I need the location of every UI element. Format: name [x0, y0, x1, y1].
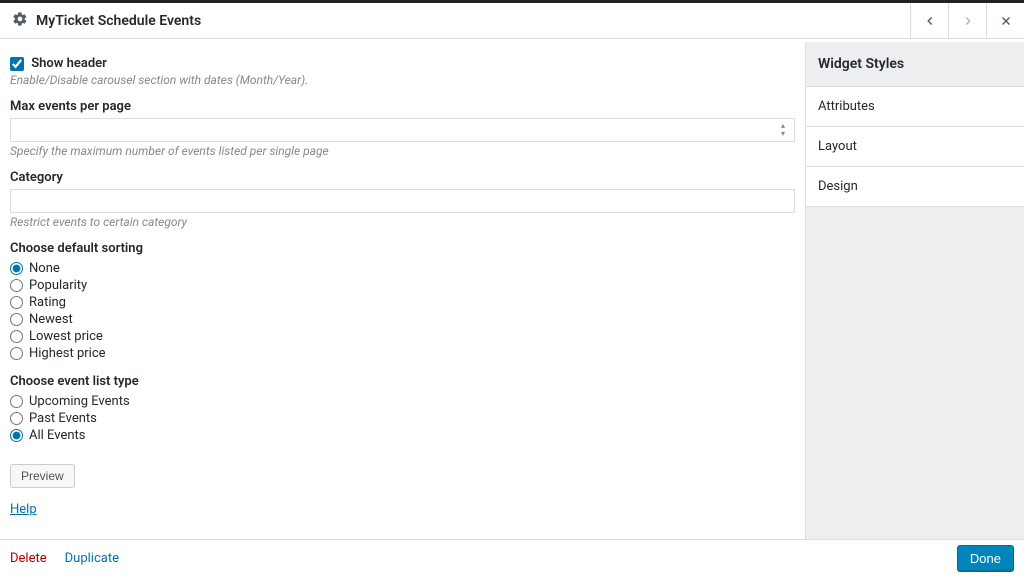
sorting-option[interactable]: Popularity [10, 277, 795, 294]
sorting-radio[interactable] [10, 262, 23, 275]
show-header-label[interactable]: Show header [31, 56, 107, 71]
sorting-option[interactable]: Lowest price [10, 328, 795, 345]
max-events-help: Specify the maximum number of events lis… [10, 144, 795, 158]
duplicate-link[interactable]: Duplicate [65, 551, 119, 566]
help-link[interactable]: Help [10, 502, 37, 517]
main-panel: Show header Enable/Disable carousel sect… [0, 42, 806, 539]
list-type-radio[interactable] [10, 395, 23, 408]
prev-button[interactable] [910, 3, 948, 38]
list-type-row: Choose event list type Upcoming Events Pa… [10, 374, 795, 444]
sorting-radio[interactable] [10, 313, 23, 326]
sorting-radio[interactable] [10, 330, 23, 343]
top-bar-left: MyTicket Schedule Events [12, 11, 201, 31]
body: Show header Enable/Disable carousel sect… [0, 42, 1024, 539]
footer: Delete Duplicate Done [0, 539, 1024, 576]
sorting-option-label: Popularity [29, 278, 87, 293]
footer-left: Delete Duplicate [10, 551, 119, 566]
gear-icon [12, 11, 28, 31]
list-type-option-label: All Events [29, 428, 86, 443]
preview-button[interactable]: Preview [10, 464, 75, 488]
done-button[interactable]: Done [957, 545, 1014, 572]
sorting-radio-group: None Popularity Rating Newest Lowest price Hi… [10, 260, 795, 362]
list-type-option[interactable]: Upcoming Events [10, 393, 795, 410]
list-type-radio[interactable] [10, 412, 23, 425]
sorting-option[interactable]: Newest [10, 311, 795, 328]
category-label: Category [10, 170, 795, 185]
close-button[interactable] [986, 3, 1024, 38]
sorting-option-label: Newest [29, 312, 73, 327]
list-type-radio[interactable] [10, 429, 23, 442]
sorting-radio[interactable] [10, 347, 23, 360]
sorting-option[interactable]: Rating [10, 294, 795, 311]
top-bar-right [910, 3, 1024, 38]
sorting-option[interactable]: Highest price [10, 345, 795, 362]
category-input[interactable] [10, 189, 795, 213]
sidebar-header: Widget Styles [806, 42, 1024, 87]
max-events-input[interactable] [10, 118, 795, 142]
sorting-option-label: Lowest price [29, 329, 103, 344]
page-title: MyTicket Schedule Events [36, 13, 201, 29]
sidebar-item-design[interactable]: Design [806, 167, 1024, 207]
sidebar-item-attributes[interactable]: Attributes [806, 87, 1024, 127]
max-events-label: Max events per page [10, 99, 795, 114]
category-help: Restrict events to certain category [10, 215, 795, 229]
sorting-option-label: Rating [29, 295, 66, 310]
list-type-option[interactable]: Past Events [10, 410, 795, 427]
list-type-option[interactable]: All Events [10, 427, 795, 444]
list-type-label: Choose event list type [10, 374, 795, 389]
sorting-label: Choose default sorting [10, 241, 795, 256]
sorting-option-label: None [29, 261, 60, 276]
list-type-option-label: Past Events [29, 411, 97, 426]
sidebar: Widget Styles AttributesLayoutDesign [806, 42, 1024, 539]
max-events-row: Max events per page ▴▾ Specify the maxim… [10, 99, 795, 158]
max-events-input-wrap: ▴▾ [10, 118, 795, 142]
delete-link[interactable]: Delete [10, 551, 47, 566]
sorting-option-label: Highest price [29, 346, 106, 361]
sidebar-item-layout[interactable]: Layout [806, 127, 1024, 167]
category-row: Category Restrict events to certain cate… [10, 170, 795, 229]
show-header-row: Show header Enable/Disable carousel sect… [10, 56, 795, 87]
sorting-radio[interactable] [10, 296, 23, 309]
sorting-row: Choose default sorting None Popularity Rat… [10, 241, 795, 362]
sorting-option[interactable]: None [10, 260, 795, 277]
next-button[interactable] [948, 3, 986, 38]
top-bar: MyTicket Schedule Events [0, 3, 1024, 39]
show-header-checkbox[interactable] [10, 57, 24, 71]
list-type-radio-group: Upcoming Events Past Events All Events [10, 393, 795, 444]
show-header-help: Enable/Disable carousel section with dat… [10, 73, 795, 87]
sorting-radio[interactable] [10, 279, 23, 292]
list-type-option-label: Upcoming Events [29, 394, 130, 409]
